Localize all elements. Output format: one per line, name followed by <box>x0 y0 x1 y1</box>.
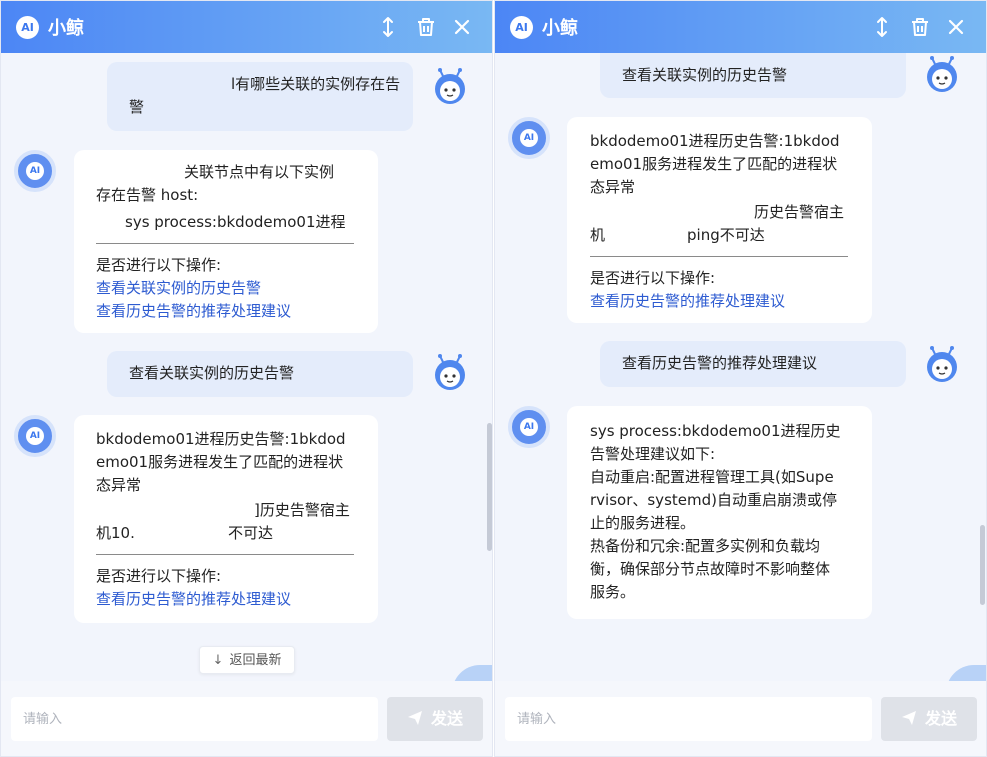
message-text: ]历史告警宿主 <box>254 501 350 519</box>
action-link-recommendation[interactable]: 查看历史告警的推荐处理建议 <box>96 300 378 323</box>
message-input[interactable] <box>505 697 872 741</box>
message-text: l有哪些关联的实例存在告 <box>231 75 401 93</box>
ai-logo-icon: AI <box>16 16 39 39</box>
message-text: sys process:bkdodemo01进程 <box>125 213 346 231</box>
message-text: 存在告警 host: <box>96 186 199 204</box>
robot-mascot-avatar <box>921 343 963 385</box>
chat-header: AI 小鲸 <box>1 1 492 53</box>
message-text: 态异常 <box>96 476 142 494</box>
chat-header: AI 小鲸 <box>495 1 986 53</box>
message-text: 止的服务进程。 <box>590 514 696 532</box>
input-area: 发送 <box>1 681 492 756</box>
message-text: bkdodemo01进程历史告警:1bkdod <box>96 430 346 448</box>
message-text: 查看历史告警的推荐处理建议 <box>622 354 818 372</box>
chat-title: 小鲸 <box>48 18 84 39</box>
message-text: 关联节点中有以下实例 <box>184 163 335 181</box>
message-text: 机 <box>590 226 606 244</box>
action-link-related-history[interactable]: 查看关联实例的历史告警 <box>96 277 378 300</box>
robot-mascot-avatar <box>429 351 471 393</box>
action-prompt: 是否进行以下操作: <box>590 269 716 287</box>
action-link-recommendation[interactable]: 查看历史告警的推荐处理建议 <box>590 290 872 313</box>
back-to-latest-button[interactable]: ↓ 返回最新 <box>199 646 295 674</box>
robot-mascot-avatar <box>921 53 963 95</box>
action-prompt: 是否进行以下操作: <box>96 256 222 274</box>
message-text: 态异常 <box>590 178 636 196</box>
ai-avatar: AI <box>508 406 550 448</box>
message-text: 不可达 <box>228 524 274 542</box>
ai-message: 关联节点中有以下实例 存在告警 host: sys process:bkdode… <box>74 150 378 333</box>
message-text: 机10. <box>96 524 135 542</box>
message-text: bkdodemo01进程历史告警:1bkdod <box>590 132 840 150</box>
message-text: 告警处理建议如下: <box>590 445 716 463</box>
ai-message: sys process:bkdodemo01进程历史 告警处理建议如下: 自动重… <box>567 406 872 619</box>
close-icon[interactable] <box>450 15 474 39</box>
message-text: 历史告警宿主 <box>754 203 845 221</box>
action-link-recommendation[interactable]: 查看历史告警的推荐处理建议 <box>96 588 378 611</box>
user-message: 查看关联实例的历史告警 <box>107 351 413 397</box>
paper-plane-icon <box>407 711 422 725</box>
input-area: 发送 <box>495 681 986 756</box>
message-text: 警 <box>129 98 145 116</box>
chat-title: 小鲸 <box>542 18 578 39</box>
message-text: rvisor、systemd)自动重启崩溃或停 <box>590 491 837 509</box>
message-text: emo01服务进程发生了匹配的进程状 <box>96 453 344 471</box>
ai-avatar: AI <box>14 150 56 192</box>
trash-icon[interactable] <box>414 15 438 39</box>
scrollbar-thumb[interactable] <box>980 525 985 605</box>
user-message: 查看关联实例的历史告警 <box>600 53 906 98</box>
ai-avatar: AI <box>508 117 550 159</box>
action-prompt: 是否进行以下操作: <box>96 567 222 585</box>
ai-message: bkdodemo01进程历史告警:1bkdod emo01服务进程发生了匹配的进… <box>74 415 378 623</box>
close-icon[interactable] <box>944 15 968 39</box>
send-button[interactable]: 发送 <box>881 697 977 741</box>
trash-icon[interactable] <box>908 15 932 39</box>
vertical-resize-icon[interactable] <box>870 15 894 39</box>
message-list[interactable]: 查看关联实例的历史告警 AI bkdodemo01进程历史告警:1bkdod e… <box>495 53 986 681</box>
chat-panel-left: AI 小鲸 l有哪些关联的实例存在告 警 AI 关联节点中有以下实例 存在告警 … <box>0 0 493 757</box>
ai-message: bkdodemo01进程历史告警:1bkdod emo01服务进程发生了匹配的进… <box>567 117 872 323</box>
message-input[interactable] <box>11 697 378 741</box>
chat-panel-right: AI 小鲸 查看关联实例的历史告警 AI bkdodemo01进程历史告警:1b… <box>494 0 987 757</box>
scrollbar-thumb[interactable] <box>487 423 492 551</box>
paper-plane-icon <box>901 711 916 725</box>
divider <box>96 554 354 555</box>
message-text: sys process:bkdodemo01进程历史 <box>590 422 841 440</box>
divider <box>590 256 848 257</box>
ai-avatar: AI <box>14 415 56 457</box>
message-text: 服务。 <box>590 583 636 601</box>
send-button[interactable]: 发送 <box>387 697 483 741</box>
message-text: 查看关联实例的历史告警 <box>129 364 295 382</box>
robot-mascot-avatar <box>429 65 471 107</box>
arrow-down-icon: ↓ <box>212 653 224 668</box>
vertical-resize-icon[interactable] <box>376 15 400 39</box>
user-message: 查看历史告警的推荐处理建议 <box>600 341 906 387</box>
message-text: 衡，确保部分节点故障时不影响整体 <box>590 560 831 578</box>
message-list[interactable]: l有哪些关联的实例存在告 警 AI 关联节点中有以下实例 存在告警 host: … <box>1 53 492 681</box>
message-text: ping不可达 <box>687 226 765 244</box>
divider <box>96 243 354 244</box>
ai-logo-icon: AI <box>510 16 533 39</box>
message-text: 热备份和冗余:配置多实例和负载均 <box>590 537 821 555</box>
message-text: emo01服务进程发生了匹配的进程状 <box>590 155 838 173</box>
message-text: 自动重启:配置进程管理工具(如Supe <box>590 468 834 486</box>
user-message: l有哪些关联的实例存在告 警 <box>107 62 413 131</box>
message-text: 查看关联实例的历史告警 <box>622 66 788 84</box>
